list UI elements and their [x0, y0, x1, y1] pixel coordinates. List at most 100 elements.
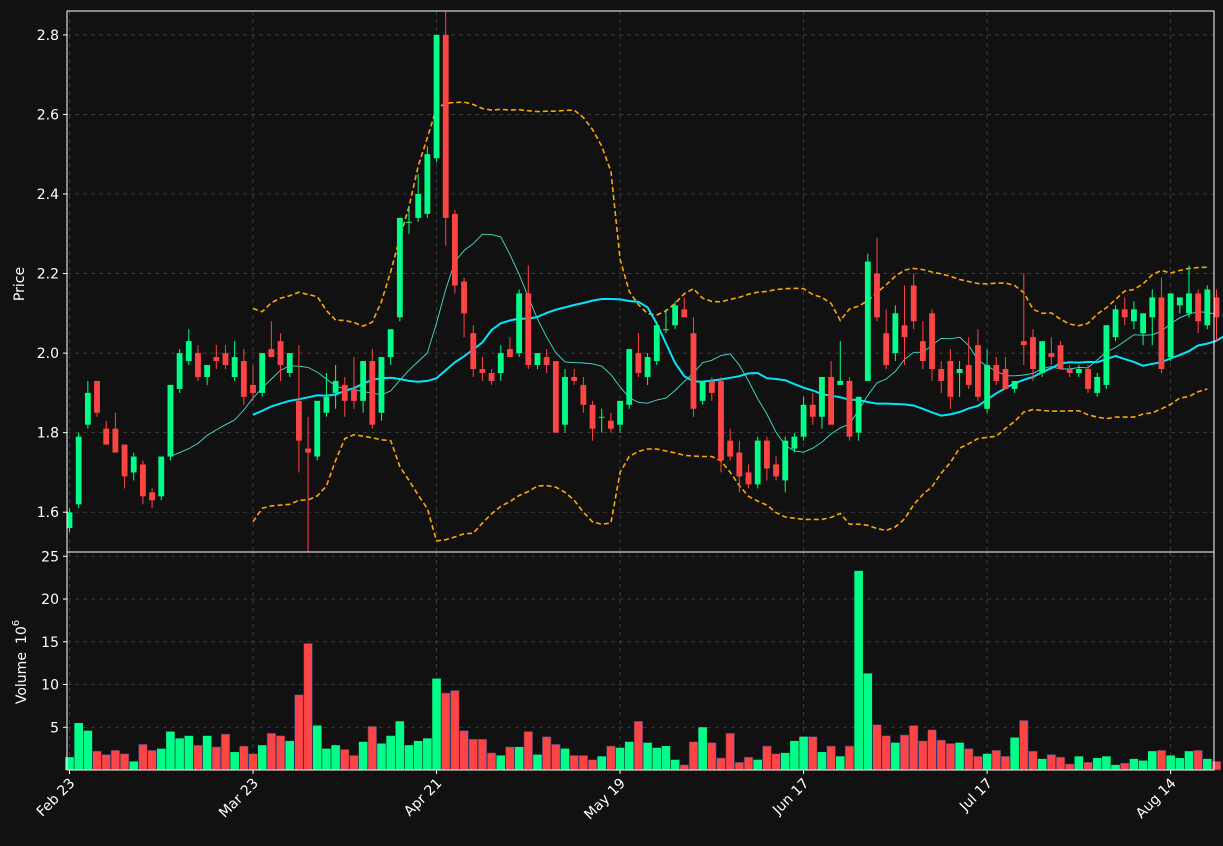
volume-bar	[1093, 758, 1102, 770]
candle-body	[709, 381, 715, 393]
candle-body	[553, 361, 559, 433]
candle-body	[525, 293, 531, 365]
volume-bar	[680, 765, 689, 770]
volume-bar	[157, 749, 166, 770]
candle-body	[94, 381, 100, 413]
volume-bar	[322, 749, 331, 770]
candle-body	[1186, 293, 1192, 313]
price-tick-label: 2.2	[37, 267, 59, 283]
candle-body	[397, 218, 403, 317]
volume-bar	[469, 739, 478, 770]
candle-body	[736, 453, 742, 477]
volume-bar	[166, 732, 175, 770]
candle-body	[1085, 369, 1091, 389]
candle-body	[360, 361, 366, 401]
volume-bar	[873, 725, 882, 770]
candle-body	[1067, 369, 1073, 373]
volume-bar	[295, 695, 304, 770]
candle-body	[1076, 369, 1082, 373]
candle-body	[1030, 337, 1036, 369]
volume-bar	[1130, 759, 1139, 770]
volume-bar	[533, 755, 542, 770]
volume-bar	[1111, 765, 1120, 770]
candle-body	[76, 437, 82, 505]
volume-bar	[249, 754, 258, 770]
volume-bar	[441, 693, 450, 770]
candle-body	[929, 313, 935, 369]
volume-bar	[1001, 756, 1010, 770]
candle-body	[966, 365, 972, 385]
volume-tick-label: 25	[41, 549, 59, 565]
volume-bar	[276, 736, 285, 770]
volume-bar	[1038, 759, 1047, 770]
volume-bar	[1102, 756, 1111, 770]
volume-bar	[423, 738, 432, 770]
candle-body	[837, 381, 843, 385]
volume-bar	[1185, 751, 1194, 770]
candle-body	[461, 282, 467, 314]
volume-bar	[451, 690, 460, 770]
candle-body	[993, 365, 999, 381]
volume-bar	[607, 746, 616, 770]
price-axis-label: Price	[12, 267, 28, 301]
candle-body	[700, 381, 706, 401]
volume-bar	[1148, 751, 1157, 770]
volume-bar	[1166, 755, 1175, 770]
volume-bar	[396, 721, 405, 770]
candle-body	[140, 464, 146, 496]
candle-body	[902, 325, 908, 337]
volume-bar	[129, 761, 138, 770]
volume-bar	[625, 742, 634, 770]
candle-body	[599, 417, 605, 418]
candle-body	[617, 401, 623, 425]
volume-bar	[386, 736, 395, 770]
volume-bar	[506, 747, 515, 770]
volume-bar	[662, 746, 671, 770]
candle-body	[1204, 289, 1210, 325]
candle-body	[580, 385, 586, 405]
volume-bar	[753, 760, 762, 770]
price-tick-label: 1.6	[37, 505, 59, 521]
volume-tick-label: 15	[41, 635, 59, 651]
candle-body	[213, 357, 219, 361]
candle-body	[1149, 297, 1155, 317]
volume-bar	[919, 741, 928, 770]
candle-body	[1048, 353, 1054, 357]
volume-bar	[946, 743, 955, 770]
volume-bar	[552, 744, 561, 770]
candle-body	[452, 214, 458, 286]
volume-bar	[937, 740, 946, 770]
candle-body	[874, 274, 880, 318]
candle-body	[819, 377, 825, 417]
candle-body	[131, 457, 137, 473]
candle-body	[828, 377, 834, 425]
candle-body	[424, 154, 430, 214]
volume-bar	[634, 721, 643, 770]
candle-body	[727, 441, 733, 457]
candle-body	[122, 445, 128, 477]
candle-body	[351, 389, 357, 401]
volume-bar	[561, 749, 570, 770]
candle-body	[434, 35, 440, 158]
volume-bar	[359, 742, 368, 770]
volume-bar	[1212, 761, 1221, 770]
volume-bar	[882, 736, 891, 770]
price-tick-label: 2.4	[37, 187, 59, 203]
volume-bar	[1120, 763, 1129, 770]
volume-bar	[900, 735, 909, 770]
volume-bar	[570, 755, 579, 770]
volume-bar	[708, 743, 717, 770]
candle-body	[232, 357, 238, 377]
volume-bar	[368, 726, 377, 770]
candle-body	[333, 381, 339, 393]
volume-bar	[1029, 751, 1038, 770]
volume-axis-label: Volume106	[11, 620, 30, 704]
candle-body	[984, 365, 990, 409]
candle-body	[892, 313, 898, 353]
volume-bar	[65, 757, 74, 770]
price-tick-label: 2.8	[37, 28, 59, 44]
candle-body	[278, 341, 284, 365]
volume-bar	[974, 756, 983, 770]
volume-axis-label-text: Volume	[14, 652, 30, 704]
volume-bar	[111, 750, 120, 770]
